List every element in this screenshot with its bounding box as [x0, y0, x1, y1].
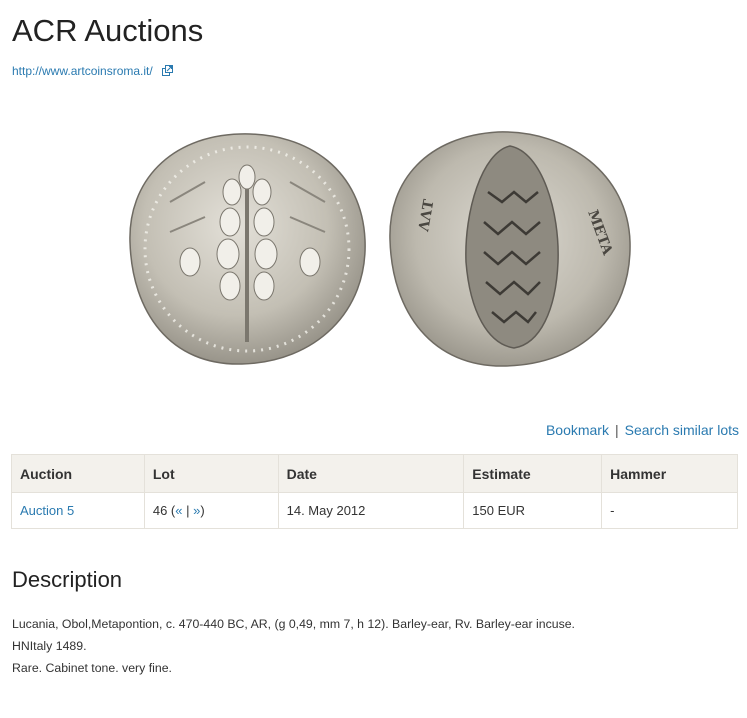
lot-number: 46: [152, 503, 168, 518]
table-row: Auction 5 46 (« | ») 14. May 2012 150 EU…: [11, 492, 738, 529]
description-line-1: Lucania, Obol,Metapontion, c. 470-440 BC…: [12, 617, 575, 631]
auction-link[interactable]: Auction 5: [20, 503, 74, 518]
external-link-icon: [162, 64, 174, 80]
website-link[interactable]: http://www.artcoinsroma.it/: [12, 63, 174, 80]
cell-date: 14. May 2012: [277, 492, 465, 529]
header-date: Date: [277, 454, 465, 493]
description-line-3: Rare. Cabinet tone. very fine.: [12, 661, 172, 675]
header-hammer: Hammer: [601, 454, 738, 493]
description-line-2: HNItaly 1489.: [12, 639, 87, 653]
lot-close-paren: ): [200, 503, 205, 518]
cell-lot: 46 (« | »): [143, 492, 279, 529]
actions-separator: |: [614, 422, 619, 438]
header-auction: Auction: [11, 454, 145, 493]
header-estimate: Estimate: [463, 454, 603, 493]
lot-actions: Bookmark | Search similar lots: [546, 421, 739, 439]
cell-estimate: 150 EUR: [463, 492, 603, 529]
page-title: ACR Auctions: [12, 13, 204, 48]
cell-hammer: -: [601, 492, 738, 529]
coin-images: META ΛΛΤ: [110, 122, 640, 374]
header-lot: Lot: [143, 454, 279, 493]
description-heading: Description: [12, 567, 123, 592]
search-similar-lots-link[interactable]: Search similar lots: [625, 422, 739, 438]
coin-reverse-image: META ΛΛΤ: [389, 131, 631, 367]
previous-lot-link[interactable]: «: [175, 503, 182, 518]
website-link-text: http://www.artcoinsroma.it/: [12, 64, 153, 78]
bookmark-link[interactable]: Bookmark: [546, 422, 609, 438]
cell-auction: Auction 5: [11, 492, 145, 529]
table-header-row: Auction Lot Date Estimate Hammer: [11, 454, 738, 493]
lot-table: Auction Lot Date Estimate Hammer Auction…: [11, 454, 738, 529]
lot-nav-separator: |: [182, 503, 194, 518]
description-body: Lucania, Obol,Metapontion, c. 470-440 BC…: [12, 613, 742, 679]
coin-obverse-image: [129, 133, 366, 365]
